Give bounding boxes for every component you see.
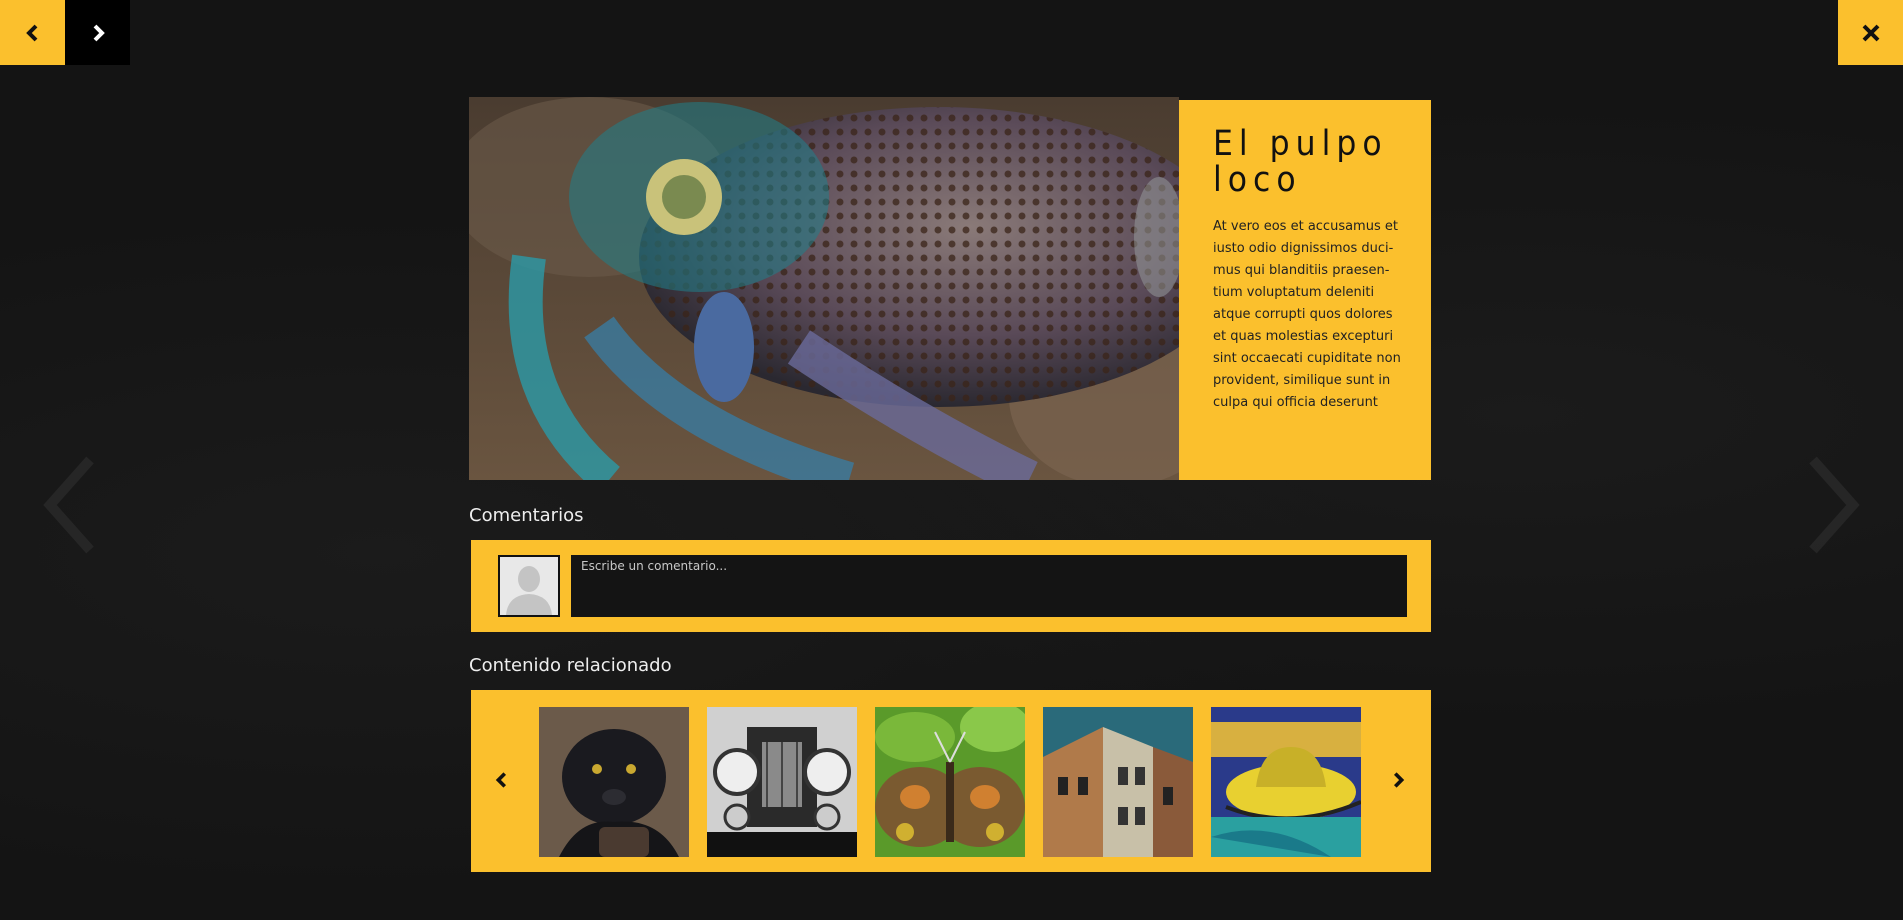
related-carousel: [471, 690, 1431, 872]
close-button[interactable]: [1838, 0, 1903, 65]
user-silhouette-icon: [500, 557, 558, 615]
article-info-panel: El pulpo loco At vero eos et accusamus e…: [1179, 100, 1431, 480]
article-title: El pulpo loco: [1213, 124, 1388, 200]
related-thumb-yellow-hat-painting[interactable]: [1211, 707, 1361, 857]
comment-placeholder: Escribe un comentario...: [581, 559, 728, 573]
related-heading: Contenido relacionado: [469, 655, 672, 676]
comments-heading: Comentarios: [469, 505, 584, 526]
related-thumb-painted-buildings[interactable]: [1043, 707, 1193, 857]
related-thumb-black-panther[interactable]: [539, 707, 689, 857]
avatar: [498, 555, 560, 617]
close-icon: [1862, 24, 1879, 41]
carousel-next-button[interactable]: [1383, 765, 1413, 795]
background-chevron-right-icon: [1809, 456, 1860, 554]
comment-box: Escribe un comentario...: [471, 540, 1431, 632]
chevron-right-icon: [1393, 772, 1405, 788]
hero-image-octopus: [469, 97, 1179, 480]
next-button[interactable]: [65, 0, 130, 65]
chevron-left-icon: [25, 24, 37, 41]
chevron-left-icon: [495, 772, 507, 788]
background-chevron-left-icon: [43, 456, 94, 554]
comment-input[interactable]: Escribe un comentario...: [571, 555, 1407, 617]
related-thumb-butterfly[interactable]: [875, 707, 1025, 857]
article-body: At vero eos et accusamus et iusto odio d…: [1213, 219, 1401, 410]
carousel-prev-button[interactable]: [487, 765, 517, 795]
related-thumb-vintage-car[interactable]: [707, 707, 857, 857]
chevron-right-icon: [93, 24, 105, 41]
prev-button[interactable]: [0, 0, 65, 65]
